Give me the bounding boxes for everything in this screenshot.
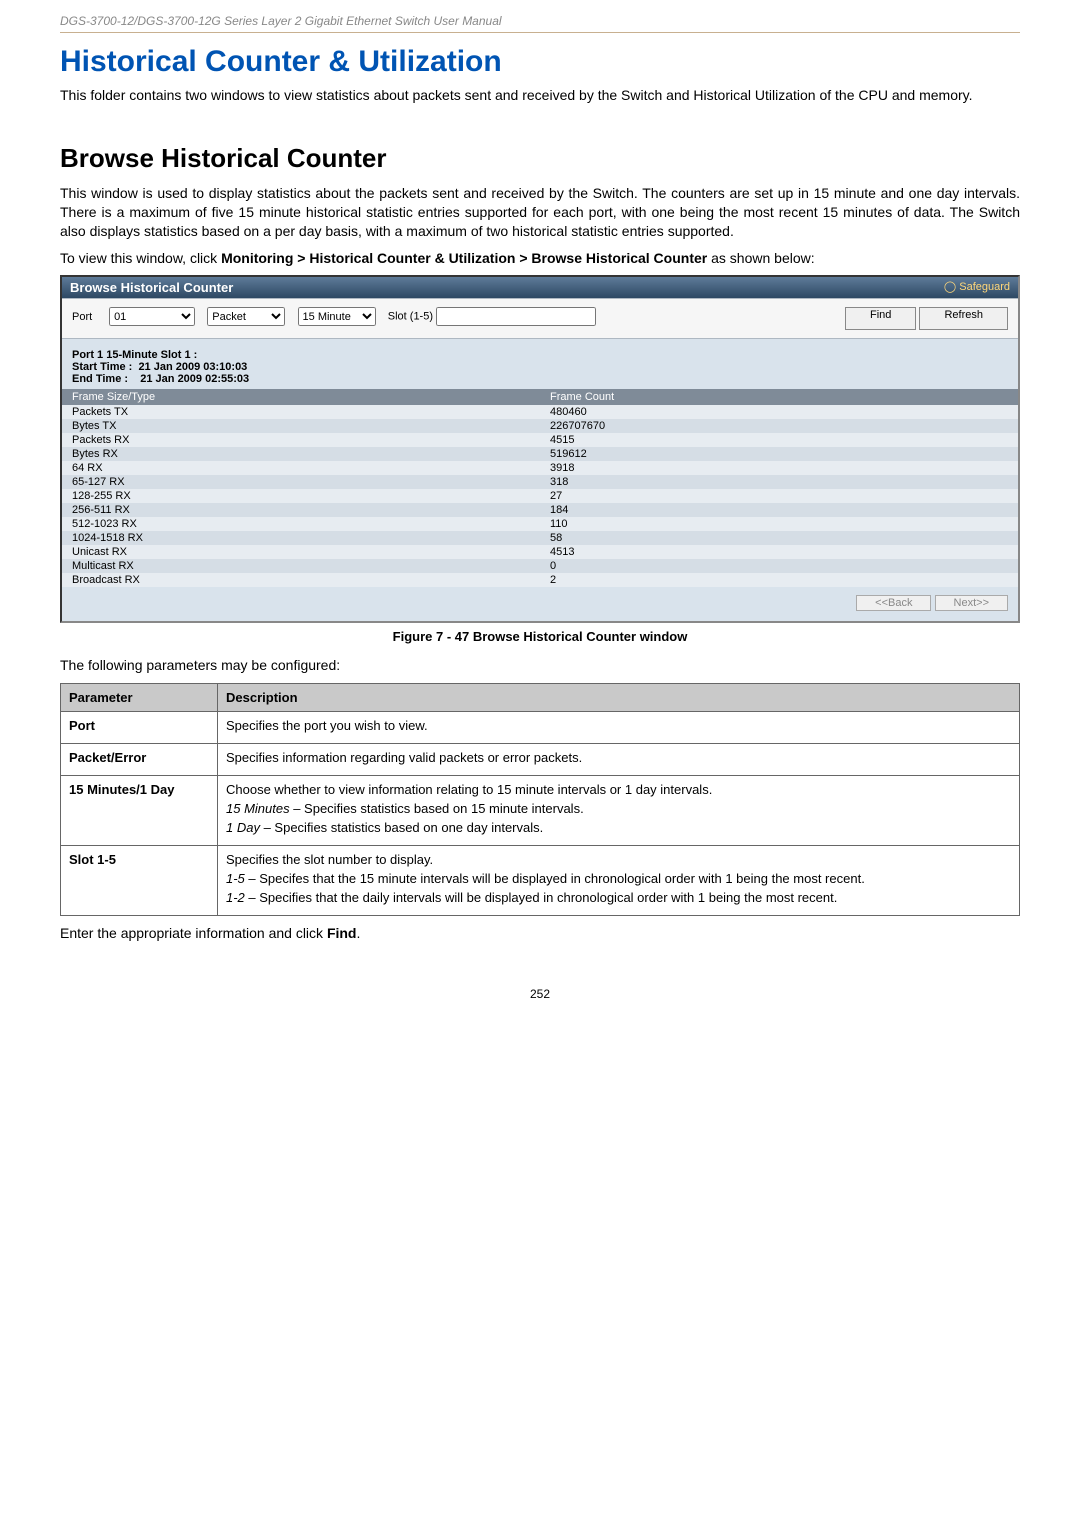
back-button[interactable]: <<Back (856, 595, 931, 611)
cell-frame-type: 512-1023 RX (62, 517, 540, 531)
table-row: 128-255 RX27 (62, 489, 1018, 503)
ptable-row: Packet/ErrorSpecifies information regard… (61, 744, 1020, 776)
cell-frame-type: Unicast RX (62, 545, 540, 559)
table-row: 256-511 RX184 (62, 503, 1018, 517)
screenshot-browse-historical-counter: Browse Historical Counter ◯ Safeguard Po… (60, 275, 1020, 623)
cell-frame-type: Packets TX (62, 405, 540, 419)
table-header-row: Frame Size/Type Frame Count (62, 389, 1018, 405)
port-select[interactable]: 01 (109, 307, 195, 326)
closing-pre: Enter the appropriate information and cl… (60, 925, 327, 941)
table-row: Bytes RX519612 (62, 447, 1018, 461)
refresh-button[interactable]: Refresh (919, 307, 1008, 330)
cell-frame-count: 3918 (540, 461, 1018, 475)
start-time-label: Start Time : (72, 361, 132, 373)
port-label: Port (72, 311, 106, 323)
end-time-label: End Time : (72, 373, 128, 385)
cell-frame-type: Bytes RX (62, 447, 540, 461)
toolbar: Port 01 Packet 15 Minute Slot (1-5) Find… (62, 298, 1018, 339)
cell-frame-type: Multicast RX (62, 559, 540, 573)
ptable-param-desc: Specifies the port you wish to view. (218, 712, 1020, 744)
frame-table: Frame Size/Type Frame Count Packets TX48… (62, 389, 1018, 587)
packet-select[interactable]: Packet (207, 307, 285, 326)
ptable-param-desc: Choose whether to view information relat… (218, 776, 1020, 846)
cell-frame-count: 27 (540, 489, 1018, 503)
cell-frame-count: 480460 (540, 405, 1018, 419)
start-time-value: 21 Jan 2009 03:10:03 (138, 361, 247, 373)
cell-frame-type: 256-511 RX (62, 503, 540, 517)
next-button[interactable]: Next>> (935, 595, 1008, 611)
window-titlebar: Browse Historical Counter ◯ Safeguard (62, 277, 1018, 298)
ptable-head-param: Parameter (61, 684, 218, 712)
table-row: Bytes TX226707670 (62, 419, 1018, 433)
subsection-title: Browse Historical Counter (60, 143, 1020, 174)
intro3-bold: Monitoring > Historical Counter & Utiliz… (221, 250, 707, 266)
intro-paragraph-3: To view this window, click Monitoring > … (60, 249, 1020, 268)
intro3-pre: To view this window, click (60, 250, 221, 266)
intro3-post: as shown below: (711, 250, 815, 266)
params-intro: The following parameters may be configur… (60, 656, 1020, 675)
ptable-param-desc: Specifies information regarding valid pa… (218, 744, 1020, 776)
cell-frame-count: 4515 (540, 433, 1018, 447)
cell-frame-type: 128-255 RX (62, 489, 540, 503)
cell-frame-count: 58 (540, 531, 1018, 545)
figure-caption: Figure 7 - 47 Browse Historical Counter … (60, 629, 1020, 644)
cell-frame-count: 519612 (540, 447, 1018, 461)
page-number: 252 (60, 987, 1020, 1001)
find-button[interactable]: Find (845, 307, 916, 330)
table-row: 65-127 RX318 (62, 475, 1018, 489)
interval-select[interactable]: 15 Minute (298, 307, 376, 326)
ptable-row: PortSpecifies the port you wish to view. (61, 712, 1020, 744)
safeguard-text: Safeguard (959, 281, 1010, 293)
ptable-row: Slot 1-5Specifies the slot number to dis… (61, 846, 1020, 916)
ptable-head-desc: Description (218, 684, 1020, 712)
closing-paragraph: Enter the appropriate information and cl… (60, 924, 1020, 943)
slot-input[interactable] (436, 307, 596, 326)
section-title: Historical Counter & Utilization (60, 45, 1020, 78)
ptable-param-name: 15 Minutes/1 Day (61, 776, 218, 846)
cell-frame-type: Broadcast RX (62, 573, 540, 587)
table-row: 1024-1518 RX58 (62, 531, 1018, 545)
window-title: Browse Historical Counter (70, 280, 233, 295)
cell-frame-type: Packets RX (62, 433, 540, 447)
cell-frame-type: 1024-1518 RX (62, 531, 540, 545)
table-row: 64 RX3918 (62, 461, 1018, 475)
closing-post: . (356, 925, 360, 941)
ptable-param-desc: Specifies the slot number to display.1-5… (218, 846, 1020, 916)
ptable-param-name: Slot 1-5 (61, 846, 218, 916)
cell-frame-type: Bytes TX (62, 419, 540, 433)
intro-paragraph-1: This folder contains two windows to view… (60, 86, 1020, 105)
table-row: Broadcast RX2 (62, 573, 1018, 587)
running-header: DGS-3700-12/DGS-3700-12G Series Layer 2 … (60, 0, 1020, 33)
table-row: Packets RX4515 (62, 433, 1018, 447)
slot-label: Slot (1-5) (388, 311, 433, 323)
safeguard-icon: ◯ (944, 281, 959, 293)
pagination-footer: <<Back Next>> (62, 587, 1018, 621)
th-frame-type: Frame Size/Type (62, 389, 540, 405)
cell-frame-count: 110 (540, 517, 1018, 531)
cell-frame-type: 64 RX (62, 461, 540, 475)
safeguard-badge: ◯ Safeguard (944, 280, 1010, 295)
cell-frame-count: 4513 (540, 545, 1018, 559)
ptable-row: 15 Minutes/1 DayChoose whether to view i… (61, 776, 1020, 846)
ptable-param-name: Port (61, 712, 218, 744)
intro-paragraph-2: This window is used to display statistic… (60, 184, 1020, 241)
closing-bold: Find (327, 925, 357, 941)
ptable-param-name: Packet/Error (61, 744, 218, 776)
th-frame-count: Frame Count (540, 389, 1018, 405)
end-time-value: 21 Jan 2009 02:55:03 (140, 373, 249, 385)
table-row: Packets TX480460 (62, 405, 1018, 419)
table-row: Unicast RX4513 (62, 545, 1018, 559)
cell-frame-count: 2 (540, 573, 1018, 587)
cell-frame-type: 65-127 RX (62, 475, 540, 489)
cell-frame-count: 184 (540, 503, 1018, 517)
cell-frame-count: 0 (540, 559, 1018, 573)
table-row: 512-1023 RX110 (62, 517, 1018, 531)
cell-frame-count: 226707670 (540, 419, 1018, 433)
table-row: Multicast RX0 (62, 559, 1018, 573)
slot-info-block: Port 1 15-Minute Slot 1 : Start Time : 2… (62, 339, 1018, 389)
slot-heading: Port 1 15-Minute Slot 1 : (72, 349, 197, 361)
cell-frame-count: 318 (540, 475, 1018, 489)
parameter-table: Parameter Description PortSpecifies the … (60, 683, 1020, 916)
